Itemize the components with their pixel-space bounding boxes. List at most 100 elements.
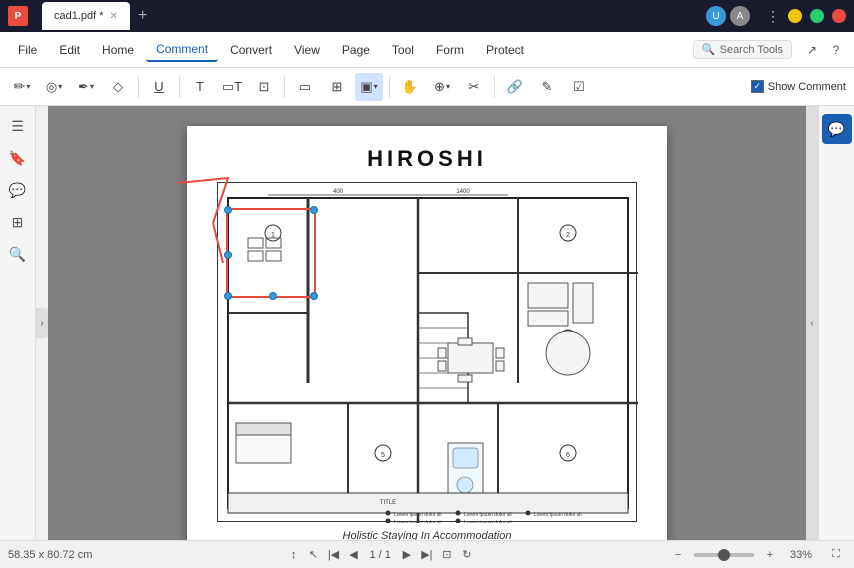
menu-convert[interactable]: Convert: [220, 39, 282, 61]
share-button[interactable]: ↗: [802, 40, 822, 60]
area-button[interactable]: ⊞: [323, 73, 351, 101]
text-button[interactable]: T: [186, 73, 214, 101]
pen-icon: ✏: [14, 78, 26, 95]
hand-button[interactable]: ✋: [396, 73, 424, 101]
status-bar: 58.35 x 80.72 cm ↕ ↖ |◀ ◀ 1 / 1 ▶ ▶| ⊡ ↻…: [0, 540, 854, 568]
svg-text:6: 6: [566, 452, 570, 459]
sign-button[interactable]: ✎: [533, 73, 561, 101]
close-button[interactable]: [832, 9, 846, 23]
right-panel: 💬: [818, 106, 854, 540]
first-page-button[interactable]: |◀: [323, 545, 343, 565]
search-icon: 🔍: [702, 43, 716, 56]
text-icon: T: [196, 79, 204, 94]
form-button[interactable]: ☑: [565, 73, 593, 101]
select-tool-button[interactable]: ↖: [303, 545, 323, 565]
link-button[interactable]: 🔗: [501, 73, 529, 101]
show-comment-label: Show Comment: [768, 81, 846, 93]
hand-icon: ✋: [402, 79, 418, 95]
svg-text:400: 400: [333, 189, 344, 195]
rotate-button[interactable]: ↻: [457, 545, 477, 565]
cursor-tool-button[interactable]: ↕: [283, 545, 303, 565]
menu-tool[interactable]: Tool: [382, 39, 424, 61]
search-icon: 🔍: [9, 246, 26, 263]
comment-sidebar-button[interactable]: 💬: [822, 114, 852, 144]
zoom-slider[interactable]: [694, 553, 754, 557]
show-comment-toggle[interactable]: Show Comment: [751, 80, 846, 93]
search-panel-button[interactable]: 🔍: [6, 242, 30, 266]
bookmark-panel-button[interactable]: 🔖: [6, 146, 30, 170]
new-tab-button[interactable]: +: [130, 2, 155, 30]
menu-comment[interactable]: Comment: [146, 38, 218, 62]
stamp-dropdown-icon: ▾: [58, 82, 62, 91]
sign-icon: ✎: [542, 79, 553, 95]
svg-text:Lorem ipsum dolor sit: Lorem ipsum dolor sit: [394, 520, 442, 523]
status-bar-left: 58.35 x 80.72 cm: [8, 549, 92, 561]
pen-group-button[interactable]: ✏ ▾: [8, 73, 36, 101]
svg-text:Lorem ipsum dolor sit: Lorem ipsum dolor sit: [394, 512, 442, 518]
main-layout: ☰ 🔖 💬 ⊞ 🔍 › HIROSHI: [0, 106, 854, 540]
svg-text:2: 2: [566, 232, 570, 239]
highlight-dropdown-icon: ▾: [90, 82, 94, 91]
menu-view[interactable]: View: [284, 39, 330, 61]
zoom-in-button[interactable]: +: [760, 545, 780, 565]
menu-page[interactable]: Page: [332, 39, 380, 61]
tab-close-button[interactable]: ✕: [110, 11, 118, 22]
fullscreen-button[interactable]: ⛶: [826, 545, 846, 565]
page-indicator: 1 / 1: [369, 549, 390, 561]
pen-dropdown-icon: ▾: [26, 82, 30, 91]
stamp-icon: ◎: [46, 79, 57, 95]
fit-page-button[interactable]: ⊡: [437, 545, 457, 565]
canvas-area[interactable]: HIROSHI 400 1400: [48, 106, 806, 540]
svg-text:Lorem ipsum dolor sit: Lorem ipsum dolor sit: [534, 512, 582, 518]
prev-page-button[interactable]: ◀: [343, 545, 363, 565]
add-icon: ⊕: [434, 79, 445, 95]
layers-panel-button[interactable]: ⊞: [6, 210, 30, 234]
highlight-group-button[interactable]: ✒ ▾: [72, 73, 100, 101]
thumbnail-panel-button[interactable]: ☰: [6, 114, 30, 138]
rect-button[interactable]: ▭: [291, 73, 319, 101]
measure-button[interactable]: ▣ ▾: [355, 73, 383, 101]
zoom-out-button[interactable]: −: [668, 545, 688, 565]
callout-button[interactable]: ⊡: [250, 73, 278, 101]
measure-dropdown-icon: ▾: [374, 82, 378, 91]
title-bar-left: P cad1.pdf * ✕ +: [8, 2, 155, 30]
textbox-icon: ▭T: [222, 79, 242, 95]
stamp-group-button[interactable]: ◎ ▾: [40, 73, 68, 101]
title-bar: P cad1.pdf * ✕ + U A ⋮: [0, 0, 854, 32]
left-panel-collapse[interactable]: ›: [36, 308, 48, 338]
separator-1: [138, 76, 139, 98]
thumbnail-icon: ☰: [11, 118, 24, 135]
zoom-thumb[interactable]: [718, 549, 730, 561]
scissors-button[interactable]: ✂: [460, 73, 488, 101]
erase-button[interactable]: ◇: [104, 73, 132, 101]
user-avatar-2: A: [730, 6, 750, 26]
menu-form[interactable]: Form: [426, 39, 474, 61]
add-dropdown-icon: ▾: [446, 82, 450, 91]
right-panel-collapse[interactable]: ‹: [806, 106, 818, 540]
comment-panel-button[interactable]: 💬: [6, 178, 30, 202]
menu-file[interactable]: File: [8, 39, 47, 61]
show-comment-checkbox[interactable]: [751, 80, 764, 93]
underline-button[interactable]: U: [145, 73, 173, 101]
scissors-icon: ✂: [469, 79, 480, 95]
help-button[interactable]: ?: [826, 40, 846, 60]
form-icon: ☑: [573, 79, 585, 95]
title-bar-controls: U A ⋮: [706, 6, 846, 26]
search-tools-label: Search Tools: [720, 44, 783, 56]
svg-text:TITLE: TITLE: [380, 500, 396, 506]
menu-home[interactable]: Home: [92, 39, 144, 61]
search-tools[interactable]: 🔍 Search Tools: [693, 40, 792, 59]
active-tab[interactable]: cad1.pdf * ✕: [42, 2, 130, 30]
add-button[interactable]: ⊕ ▾: [428, 73, 456, 101]
last-page-button[interactable]: ▶|: [417, 545, 437, 565]
menu-protect[interactable]: Protect: [476, 39, 534, 61]
next-page-button[interactable]: ▶: [397, 545, 417, 565]
menu-edit[interactable]: Edit: [49, 39, 90, 61]
menu-bar: File Edit Home Comment Convert View Page…: [0, 32, 854, 68]
textbox-button[interactable]: ▭T: [218, 73, 246, 101]
more-options-button[interactable]: ⋮: [766, 8, 780, 25]
app-icon: P: [8, 6, 28, 26]
minimize-button[interactable]: [788, 9, 802, 23]
maximize-button[interactable]: [810, 9, 824, 23]
separator-3: [284, 76, 285, 98]
